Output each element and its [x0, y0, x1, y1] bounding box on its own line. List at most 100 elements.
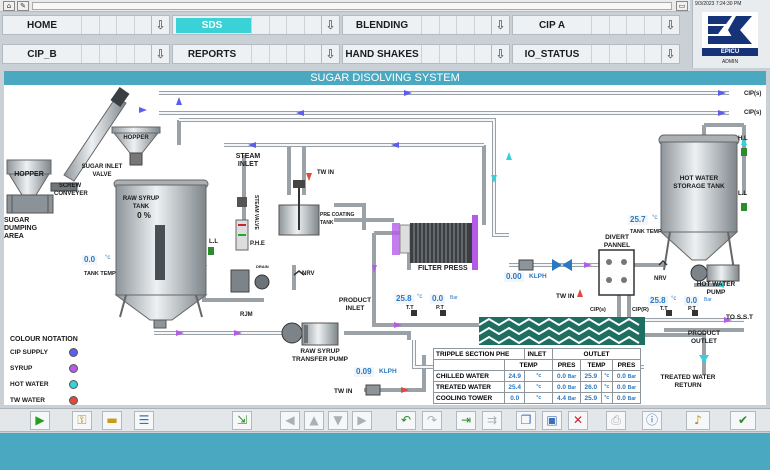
- flow-top-value: 0.00: [504, 272, 524, 282]
- copy-icon[interactable]: ❐: [516, 411, 536, 430]
- out-temp: 25.9: [580, 392, 602, 404]
- document-icon[interactable]: ☰: [134, 411, 154, 430]
- label-cip-s: CIP(s): [590, 307, 606, 313]
- nav-reports[interactable]: REPORTS ⇩: [172, 44, 340, 64]
- pres-unit: Bar: [567, 373, 577, 380]
- out-pres-value: 0.0: [616, 394, 626, 402]
- label-phe: P.H.E: [250, 241, 265, 247]
- nav-label: CIP_B: [27, 48, 57, 60]
- alarm-bar: [32, 2, 672, 10]
- legend-label: CIP SUPPLY: [10, 348, 48, 356]
- arrow-up-icon[interactable]: ▲: [304, 411, 324, 430]
- window-icon[interactable]: ▭: [676, 1, 688, 11]
- logo-panel: 9/3/2023 7:24:30 PM EPICU ADMIN: [692, 0, 770, 68]
- pres-unit: Bar: [627, 373, 637, 380]
- nav-home[interactable]: HOME ⇩: [2, 15, 170, 35]
- label-cip-s-top2: CIP(s): [744, 110, 762, 116]
- undo-icon[interactable]: ↶: [396, 411, 416, 430]
- outlet-pres-unit: Bar: [704, 297, 712, 303]
- inlet-temp-value: 25.8: [394, 294, 414, 304]
- skip-icon[interactable]: ⇉: [482, 411, 502, 430]
- label-tank-temp-right: TANK TEMP: [630, 229, 662, 235]
- flow-bottom-value: 0.09: [354, 367, 374, 377]
- forward-icon[interactable]: ⇥: [456, 411, 476, 430]
- label-hl: H.L: [738, 136, 748, 142]
- row-name: CHILLED WATER: [433, 370, 505, 382]
- in-pres: 4.4 Bar: [552, 392, 582, 404]
- pres-unit: Bar: [567, 384, 577, 391]
- delete-icon[interactable]: ✕: [568, 411, 588, 430]
- flow-top-unit: KLPH: [529, 273, 547, 280]
- label-steam-valve: STEAM VALVE: [253, 195, 259, 230]
- import-icon[interactable]: ⇲: [232, 411, 252, 430]
- chevron-down-icon[interactable]: ⇩: [151, 16, 169, 34]
- legend-swatch: [69, 379, 78, 389]
- inlet-pres-value: 0.0: [430, 294, 446, 304]
- hot-tank-temp-unit: °c: [652, 215, 658, 221]
- chevron-down-icon[interactable]: ⇩: [491, 16, 509, 34]
- check-icon[interactable]: ✔: [730, 411, 756, 430]
- label-tw-in-top: TW IN: [317, 170, 334, 176]
- row-name: TREATED WATER: [433, 381, 505, 393]
- nav-label: SDS: [201, 19, 223, 31]
- chevron-down-icon[interactable]: ⇩: [491, 45, 509, 63]
- key-icon[interactable]: ⚿: [72, 411, 92, 430]
- chevron-down-icon[interactable]: ⇩: [321, 45, 339, 63]
- out-pres: 0.0 Bar: [611, 381, 642, 393]
- label-product-inlet: PRODUCT INLET: [338, 297, 372, 312]
- inlet-pres-unit: Bar: [450, 295, 458, 301]
- out-pres-value: 0.0: [616, 383, 626, 391]
- label-tt1: T.T: [406, 305, 414, 311]
- temp-unit: °c: [524, 392, 554, 404]
- arrow-left-icon[interactable]: ◀: [280, 411, 300, 430]
- raw-tank-level-value: 0: [137, 211, 142, 220]
- nav-sds[interactable]: SDS ⇩: [172, 15, 340, 35]
- temp-unit: °c: [600, 370, 613, 382]
- chevron-down-icon[interactable]: ⇩: [661, 16, 679, 34]
- redo-icon[interactable]: ↷: [422, 411, 442, 430]
- home-icon[interactable]: ⌂: [3, 1, 15, 11]
- nav-hand-shakes[interactable]: HAND SHAKES ⇩: [342, 44, 510, 64]
- in-pres: 0.0 Bar: [552, 381, 582, 393]
- nav-cip-a[interactable]: CIP A ⇩: [512, 15, 680, 35]
- out-pres: 0.0 Bar: [611, 370, 642, 382]
- nav-cip-b[interactable]: CIP_B ⇩: [2, 44, 170, 64]
- save-icon[interactable]: ▣: [542, 411, 562, 430]
- label-cip-r: CIP(R): [632, 307, 649, 313]
- chevron-down-icon[interactable]: ⇩: [151, 45, 169, 63]
- play-icon[interactable]: ▶: [30, 411, 50, 430]
- in-pres-value: 0.0: [556, 383, 566, 391]
- label-divert-pannel: DIVERT PANNEL: [603, 234, 631, 249]
- tool-icon[interactable]: ✎: [17, 1, 29, 11]
- sound-icon[interactable]: ♪: [686, 411, 710, 430]
- bottom-toolbar: ▶ ⚿ ▬ ☰ ⇲ ◀ ▲ ▼ ▶ ↶ ↷ ⇥ ⇉ ❐ ▣ ✕ ⎙ ⓘ ♪ ✔: [0, 408, 770, 432]
- legend-swatch: [69, 395, 78, 405]
- col-pres-in: PRES: [552, 359, 582, 371]
- arrow-down-icon[interactable]: ▼: [328, 411, 348, 430]
- info-icon[interactable]: ⓘ: [642, 411, 662, 430]
- label-pre-coating: PRE COATING TANK: [320, 212, 355, 226]
- nav-blending[interactable]: BLENDING ⇩: [342, 15, 510, 35]
- nav-label: IO_STATUS: [524, 48, 580, 60]
- print-icon[interactable]: ⎙: [606, 411, 626, 430]
- outlet-temp-unit: °c: [671, 296, 677, 302]
- page-title: SUGAR DISOLVING SYSTEM: [4, 71, 766, 85]
- table-row: TREATED WATER 25.4 °c 0.0 Bar 26.0 °c 0.…: [433, 381, 642, 393]
- phe-table: TRIPPLE SECTION PHE INLET OUTLET TEMP PR…: [432, 348, 642, 404]
- label-filter-press: FILTER PRESS: [418, 265, 468, 272]
- arrow-right-icon[interactable]: ▶: [352, 411, 372, 430]
- temp-unit: °c: [524, 381, 554, 393]
- nav-label: CIP A: [538, 19, 566, 31]
- label-ll-raw: L.L: [209, 239, 218, 245]
- pres-unit: Bar: [567, 395, 577, 402]
- hot-tank-temp-value: 25.7: [628, 215, 648, 225]
- legend-hot-water: HOT WATER: [10, 378, 78, 390]
- label-drain: DRAIN: [256, 264, 269, 269]
- col-temp-in: TEMP: [503, 359, 554, 371]
- out-temp: 25.9: [580, 370, 602, 382]
- nav-io-status[interactable]: IO_STATUS ⇩: [512, 44, 680, 64]
- chevron-down-icon[interactable]: ⇩: [661, 45, 679, 63]
- chevron-down-icon[interactable]: ⇩: [321, 16, 339, 34]
- folder-icon[interactable]: ▬: [102, 411, 122, 430]
- hmi-screen: ⌂ ✎ ▭ HOME ⇩ SDS ⇩ BLENDING ⇩ CIP A ⇩ CIP_B ⇩…: [0, 0, 770, 470]
